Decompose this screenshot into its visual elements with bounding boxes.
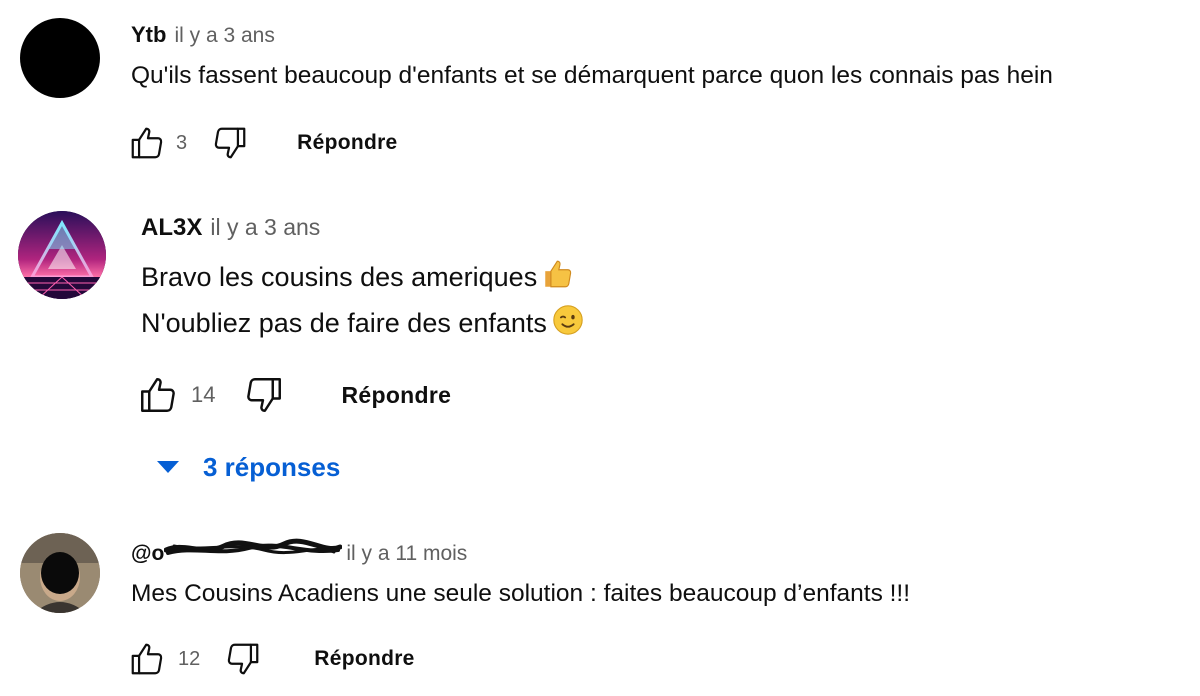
like-icon xyxy=(131,127,163,159)
dislike-button[interactable] xyxy=(224,640,262,678)
comment-header: AL3X il y a 3 ans xyxy=(141,214,585,242)
comment-text-line: N'oubliez pas de faire des enfants xyxy=(141,300,585,346)
comment-body: @o il y a 11 mois Mes Cousins Acadiens u… xyxy=(131,538,910,608)
comment-text: Bravo les cousins des ameriques xyxy=(141,261,538,292)
comment-body: AL3X il y a 3 ans Bravo les cousins des … xyxy=(141,214,585,346)
comment-text: N'oubliez pas de faire des enfants xyxy=(141,307,547,338)
reply-button[interactable]: Répondre xyxy=(341,382,451,409)
like-icon xyxy=(131,643,163,675)
like-button[interactable] xyxy=(137,374,179,416)
dislike-button[interactable] xyxy=(211,124,249,162)
author-name[interactable]: AL3X xyxy=(141,214,202,242)
comment-time[interactable]: il y a 11 mois xyxy=(346,542,467,566)
dislike-icon xyxy=(214,127,246,159)
avatar[interactable] xyxy=(20,533,100,613)
avatar[interactable] xyxy=(20,18,100,98)
like-icon xyxy=(141,378,175,412)
comment-actions: 3 Répondre xyxy=(128,124,398,162)
comment-body: Ytb il y a 3 ans Qu'ils fassent beaucoup… xyxy=(131,22,1053,90)
dislike-icon xyxy=(247,378,282,412)
comment-text: Mes Cousins Acadiens une seule solution … xyxy=(131,580,911,607)
winking-face-emoji xyxy=(551,303,585,344)
comment-text: Qu'ils fassent beaucoup d'enfants et se … xyxy=(131,62,1053,89)
like-count: 14 xyxy=(191,382,216,407)
comment-actions: 14 Répondre xyxy=(137,374,451,416)
comment-time[interactable]: il y a 3 ans xyxy=(210,214,320,241)
dislike-icon xyxy=(228,643,259,675)
reply-button[interactable]: Répondre xyxy=(314,647,414,671)
view-replies-button[interactable]: 3 réponses xyxy=(157,452,340,483)
comment-text-line: Bravo les cousins des ameriques xyxy=(141,254,585,300)
caret-down-icon xyxy=(157,460,179,473)
reply-button[interactable]: Répondre xyxy=(297,131,397,155)
author-name[interactable]: Ytb xyxy=(131,22,166,48)
avatar[interactable] xyxy=(18,211,106,299)
comment-header: Ytb il y a 3 ans xyxy=(131,22,1053,48)
comment-time[interactable]: il y a 3 ans xyxy=(174,24,274,48)
like-count: 3 xyxy=(176,131,188,154)
like-button[interactable] xyxy=(128,124,166,162)
author-name[interactable]: @o xyxy=(131,542,164,566)
comment-actions: 12 Répondre xyxy=(128,640,415,678)
replies-count-label: 3 réponses xyxy=(203,452,341,482)
thumbs-up-emoji xyxy=(541,257,575,298)
like-count: 12 xyxy=(178,647,201,670)
synthwave-triangle-avatar-icon xyxy=(18,211,106,299)
like-button[interactable] xyxy=(128,640,166,678)
scribbled-face-avatar-icon xyxy=(20,533,100,613)
dislike-button[interactable] xyxy=(243,374,285,416)
redaction-scribble xyxy=(163,538,343,560)
comment-header: @o il y a 11 mois xyxy=(131,538,910,566)
